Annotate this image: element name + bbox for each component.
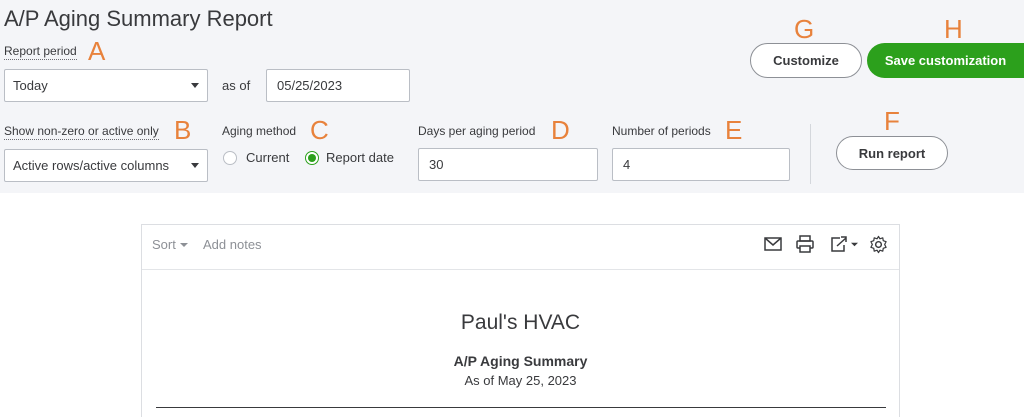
aging-report-date-radio[interactable] [305,151,319,165]
vertical-divider [810,124,811,184]
show-nonzero-label: Show non-zero or active only [4,124,159,140]
save-customization-button[interactable]: Save customization [867,43,1024,78]
annotation-letter-a: A [88,36,106,66]
report-date-input[interactable]: 05/25/2023 [266,69,410,102]
page-title: A/P Aging Summary Report [4,6,273,31]
aging-current-label: Current [246,150,290,165]
show-nonzero-selected: Active rows/active columns [13,158,170,173]
report-period-select[interactable]: Today [4,69,208,102]
report-card: Sort Add notes Paul's HVAC A/P Aging Sum… [141,224,900,417]
report-date-value: 05/25/2023 [277,78,343,93]
annotation-letter-c: C [310,115,329,145]
annotation-letter-e: E [725,115,743,145]
report-company-name: Paul's HVAC [460,311,581,334]
add-notes-link[interactable]: Add notes [203,237,262,252]
aging-current-radio[interactable] [223,151,237,165]
export-menu[interactable] [830,235,859,253]
num-periods-label: Number of periods [612,124,711,138]
days-per-period-value: 30 [429,157,444,172]
customize-button[interactable]: Customize [750,43,862,78]
chevron-down-icon [851,242,858,246]
annotation-letter-d: D [551,115,570,145]
export-icon [831,236,847,252]
chevron-down-icon [191,83,199,88]
as-of-label: as of [222,78,251,93]
num-periods-input[interactable]: 4 [612,148,790,181]
report-period-label: Report period [4,44,77,60]
num-periods-value: 4 [623,157,631,172]
sort-label: Sort [152,237,176,252]
chevron-down-icon [179,242,188,247]
sort-dropdown[interactable]: Sort [152,237,189,252]
gear-icon[interactable] [869,235,888,254]
report-date-line: As of May 25, 2023 [464,373,577,388]
mail-icon[interactable] [764,237,782,251]
days-per-period-input[interactable]: 30 [418,148,598,181]
aging-report-date-label: Report date [326,150,394,165]
annotation-letter-h: H [944,14,963,44]
days-per-period-label: Days per aging period [418,124,536,138]
report-header-rule [156,407,886,408]
chevron-down-icon [191,163,199,168]
toolbar-divider [142,269,899,270]
run-report-button[interactable]: Run report [836,136,948,170]
report-period-selected: Today [13,78,48,93]
print-icon[interactable] [796,235,814,253]
annotation-letter-f: F [884,106,900,136]
aging-method-label: Aging method [222,124,297,138]
annotation-letter-g: G [794,14,815,44]
show-nonzero-select[interactable]: Active rows/active columns [4,149,208,182]
report-title: A/P Aging Summary [453,353,588,369]
annotation-letter-b: B [174,115,192,145]
